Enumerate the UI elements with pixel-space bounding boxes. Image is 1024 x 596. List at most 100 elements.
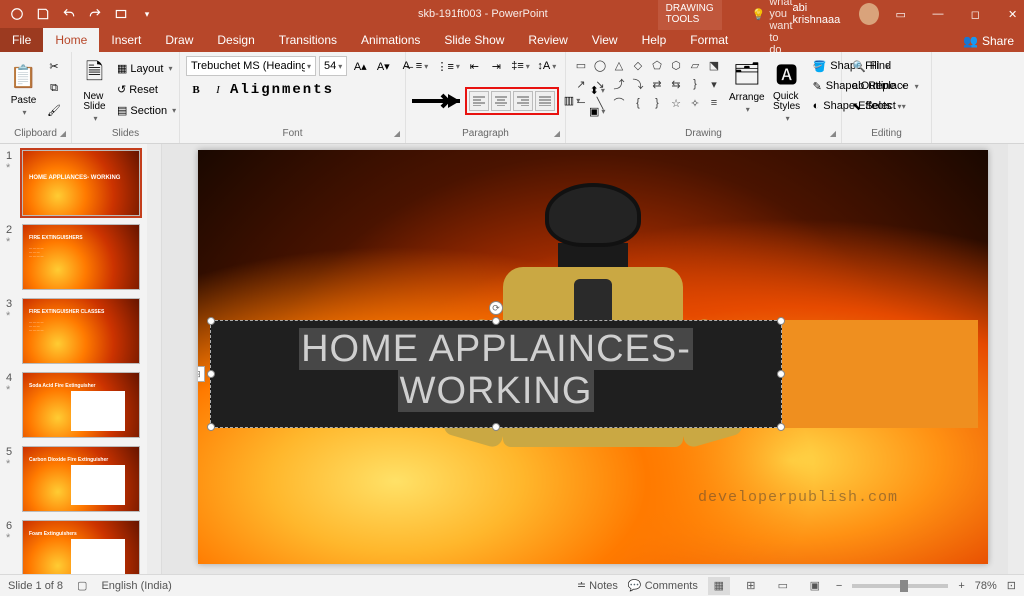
- close-button[interactable]: ✕: [997, 0, 1024, 28]
- tab-home[interactable]: Home: [43, 28, 99, 52]
- font-size-combo[interactable]: 54▾: [319, 56, 347, 76]
- section-button[interactable]: ▤Section▾: [113, 101, 173, 121]
- font-name-combo[interactable]: Trebuchet MS (Headings)▾: [186, 56, 316, 76]
- thumbnail-slide-2[interactable]: 2*FIRE EXTINGUISHERS— — — —— — —— — — —: [0, 218, 161, 292]
- slide-canvas-area: ⟳ ⊟ HOME APPLAINCES- WORKING developerpu…: [162, 144, 1024, 574]
- quick-styles-icon: 🅰: [771, 58, 803, 90]
- cut-button[interactable]: ✂: [43, 56, 65, 76]
- tab-file[interactable]: File: [0, 28, 43, 52]
- user-name[interactable]: abi krishnaaa: [793, 2, 853, 26]
- dialog-launcher-icon[interactable]: ◢: [827, 127, 839, 139]
- bullets-button[interactable]: ≡▾: [412, 56, 432, 76]
- thumbnail-slide-4[interactable]: 4*Soda Acid Fire Extinguisher: [0, 366, 161, 440]
- quick-styles-button[interactable]: 🅰 Quick Styles▾: [771, 56, 803, 123]
- decrease-font-button[interactable]: A▾: [373, 56, 393, 76]
- thumbnail-slide-3[interactable]: 3*FIRE EXTINGUISHER CLASSES— — — —— — ——…: [0, 292, 161, 366]
- align-left-button[interactable]: [469, 91, 489, 111]
- slide-thumbnails-panel[interactable]: 1*HOME APPLIANCES- WORKING2*FIRE EXTINGU…: [0, 144, 162, 574]
- ribbon-tabs: File Home Insert Draw Design Transitions…: [0, 28, 1024, 52]
- orange-rectangle[interactable]: [782, 320, 978, 428]
- notes-button[interactable]: ≐ Notes: [577, 579, 618, 592]
- shapes-gallery[interactable]: ▭◯△◇⬠⬡▱⬔ ↗↘⤴⤵⇄⇆}▾ ─╲⌒{}☆✧≡: [572, 56, 723, 112]
- save-icon[interactable]: [32, 3, 54, 25]
- tab-draw[interactable]: Draw: [153, 28, 205, 52]
- format-painter-button[interactable]: 🖌: [43, 100, 65, 120]
- replace-button[interactable]: abReplace▾: [848, 76, 926, 96]
- text-direction-button[interactable]: ↕A▾: [535, 56, 559, 76]
- increase-font-button[interactable]: A▴: [350, 56, 370, 76]
- title-text[interactable]: HOME APPLAINCES- WORKING: [211, 321, 781, 421]
- line-spacing-button[interactable]: ‡≡▾: [508, 56, 532, 76]
- copy-icon: ⧉: [50, 82, 58, 95]
- tell-me-placeholder: Tell me what you want to do: [769, 0, 792, 56]
- ribbon: 📋 Paste▾ ✂ ⧉ 🖌 Clipboard ◢ 🗎 New Slide▾ …: [0, 52, 1024, 144]
- tell-me-search[interactable]: 💡 Tell me what you want to do: [752, 0, 793, 56]
- select-button[interactable]: ⬉Select▾: [848, 96, 926, 116]
- thumbnail-slide-1[interactable]: 1*HOME APPLIANCES- WORKING: [0, 144, 161, 218]
- fit-to-window-button[interactable]: ⊡: [1007, 579, 1016, 592]
- start-from-beginning-icon[interactable]: [110, 3, 132, 25]
- zoom-level[interactable]: 78%: [975, 580, 997, 592]
- undo-icon[interactable]: [58, 3, 80, 25]
- clipboard-icon: 📋: [8, 61, 40, 93]
- paste-button[interactable]: 📋 Paste▾: [6, 59, 41, 117]
- tab-slideshow[interactable]: Slide Show: [432, 28, 516, 52]
- arrange-button[interactable]: 🗂 Arrange▾: [729, 56, 765, 114]
- tab-animations[interactable]: Animations: [349, 28, 432, 52]
- bold-button[interactable]: B: [186, 80, 206, 100]
- spell-check-icon[interactable]: ▢: [77, 579, 87, 592]
- align-center-button[interactable]: [491, 91, 511, 111]
- dialog-launcher-icon[interactable]: ◢: [551, 127, 563, 139]
- dialog-launcher-icon[interactable]: ◢: [391, 127, 403, 139]
- language-indicator[interactable]: English (India): [101, 580, 171, 592]
- thumbnails-scrollbar[interactable]: [147, 144, 161, 574]
- align-justify-button[interactable]: [535, 91, 555, 111]
- minimize-button[interactable]: —: [922, 0, 953, 28]
- zoom-in-button[interactable]: +: [958, 580, 964, 592]
- italic-button[interactable]: I: [208, 80, 228, 100]
- tab-insert[interactable]: Insert: [99, 28, 153, 52]
- thumbnail-slide-6[interactable]: 6*Foam Extinguishers: [0, 514, 161, 574]
- find-button[interactable]: 🔍Find: [848, 56, 926, 76]
- canvas-scrollbar[interactable]: [1008, 144, 1024, 574]
- dialog-launcher-icon[interactable]: ◢: [57, 127, 69, 139]
- title-text-box[interactable]: ⟳ ⊟ HOME APPLAINCES- WORKING: [210, 320, 782, 428]
- ruler-tab-icon[interactable]: ⊟: [198, 366, 205, 382]
- reset-button[interactable]: ↺Reset: [113, 80, 173, 100]
- new-slide-button[interactable]: 🗎 New Slide▾: [78, 56, 111, 123]
- tab-view[interactable]: View: [580, 28, 630, 52]
- qat-customize-icon[interactable]: ▾: [136, 3, 158, 25]
- comments-button[interactable]: 💬 Comments: [628, 579, 698, 592]
- redo-icon[interactable]: [84, 3, 106, 25]
- tab-transitions[interactable]: Transitions: [267, 28, 349, 52]
- decrease-indent-button[interactable]: ⇤: [464, 56, 484, 76]
- layout-button[interactable]: ▦Layout▾: [113, 59, 173, 79]
- brush-icon: 🖌: [47, 104, 61, 117]
- share-button[interactable]: 👥Share: [953, 30, 1024, 52]
- tab-review[interactable]: Review: [516, 28, 579, 52]
- copy-button[interactable]: ⧉: [43, 78, 65, 98]
- zoom-slider[interactable]: [852, 584, 948, 588]
- normal-view-button[interactable]: ▦: [708, 577, 730, 595]
- zoom-out-button[interactable]: −: [836, 580, 842, 592]
- group-label: Editing: [848, 126, 925, 141]
- autosave-toggle[interactable]: [6, 3, 28, 25]
- replace-icon: ab: [852, 80, 864, 92]
- user-avatar-icon[interactable]: [859, 3, 879, 25]
- tab-help[interactable]: Help: [630, 28, 679, 52]
- increase-indent-button[interactable]: ⇥: [486, 56, 506, 76]
- maximize-button[interactable]: ◻: [960, 0, 991, 28]
- slide-counter[interactable]: Slide 1 of 8: [8, 580, 63, 592]
- slideshow-view-button[interactable]: ▣: [804, 577, 826, 595]
- tab-design[interactable]: Design: [205, 28, 266, 52]
- tab-format[interactable]: Format: [678, 28, 740, 52]
- rotate-handle-icon[interactable]: ⟳: [489, 301, 503, 315]
- status-bar: Slide 1 of 8 ▢ English (India) ≐ Notes 💬…: [0, 574, 1024, 596]
- align-right-button[interactable]: [513, 91, 533, 111]
- reading-view-button[interactable]: ▭: [772, 577, 794, 595]
- numbering-button[interactable]: ⋮≡▾: [434, 56, 462, 76]
- slide-canvas[interactable]: ⟳ ⊟ HOME APPLAINCES- WORKING developerpu…: [198, 150, 988, 564]
- thumbnail-slide-5[interactable]: 5*Carbon Dioxide Fire Extinguisher: [0, 440, 161, 514]
- ribbon-display-options-icon[interactable]: ▭: [885, 0, 916, 28]
- slide-sorter-button[interactable]: ⊞: [740, 577, 762, 595]
